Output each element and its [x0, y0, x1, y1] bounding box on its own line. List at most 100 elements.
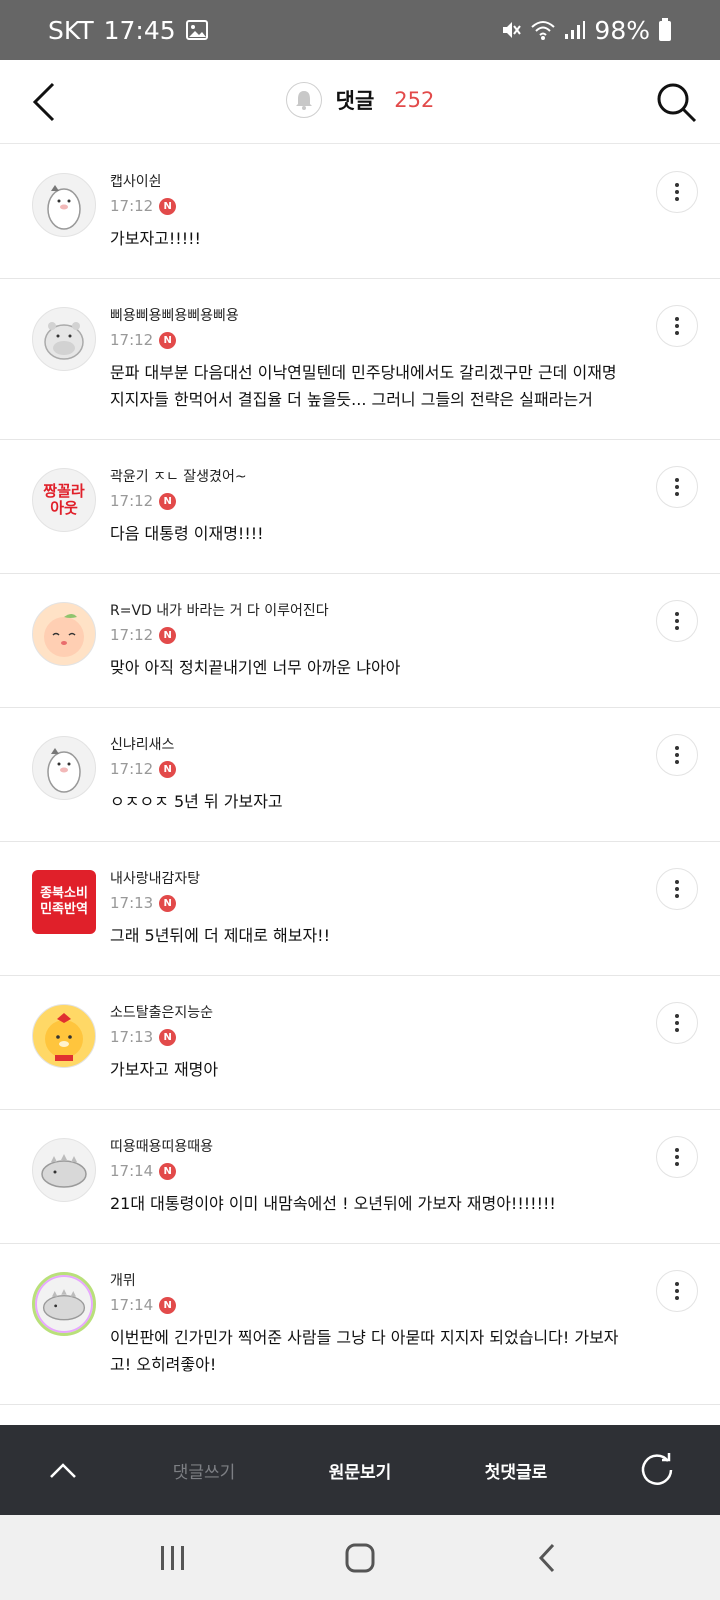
- more-options-button[interactable]: [656, 171, 698, 213]
- new-badge: N: [159, 894, 177, 912]
- comment-text: ㅇㅈㅇㅈ 5년 뒤 가보자고: [110, 792, 283, 811]
- dinosaur-character-icon: [41, 1154, 87, 1188]
- comment-count: 252: [394, 88, 435, 112]
- more-options-button[interactable]: [656, 466, 698, 508]
- hippo-character-icon: [44, 322, 84, 360]
- dinosaur-character-icon: [42, 1289, 86, 1321]
- comment-meta: 17:12 N: [110, 760, 630, 778]
- system-nav-bar: [0, 1515, 720, 1600]
- comment-nickname: 띠용때용띠용때용: [110, 1139, 214, 1155]
- status-left: SKT 17:45: [48, 16, 208, 45]
- comment-text: 그래 5년뒤에 더 제대로 해보자!!: [110, 926, 330, 945]
- search-button[interactable]: [654, 80, 698, 124]
- comment-item: 캡사이쉰 17:12 N 가보자고!!!!!: [0, 145, 720, 279]
- comment-item: 소드탈출은지능순 17:13 N 가보자고 재명아: [0, 976, 720, 1110]
- avatar[interactable]: [32, 307, 96, 371]
- view-original-button[interactable]: 원문보기: [282, 1458, 438, 1483]
- comment-nickname: 개뮈: [110, 1273, 136, 1289]
- comment-list[interactable]: 캡사이쉰 17:12 N 가보자고!!!!! 삐용삐용삐용삐용삐용 17:12 …: [0, 145, 720, 1425]
- more-options-button[interactable]: [656, 600, 698, 642]
- new-badge: N: [159, 1162, 177, 1180]
- first-comment-button[interactable]: 첫댓글로: [438, 1458, 594, 1483]
- comment-meta: 17:12 N: [110, 331, 630, 349]
- more-options-button[interactable]: [656, 305, 698, 347]
- comment-nickname: 삐용삐용삐용삐용삐용: [110, 308, 239, 324]
- gallery-icon: [185, 20, 208, 40]
- bell-icon: [295, 91, 312, 110]
- battery-percent: 98%: [594, 15, 650, 45]
- more-options-button[interactable]: [656, 1136, 698, 1178]
- comment-meta: 17:14 N: [110, 1296, 630, 1314]
- more-options-button[interactable]: [656, 734, 698, 776]
- clock: 17:45: [103, 15, 176, 45]
- carrier-label: SKT: [48, 15, 94, 45]
- comment-meta: 17:13 N: [110, 894, 630, 912]
- avatar[interactable]: [32, 1138, 96, 1202]
- more-options-button[interactable]: [656, 1002, 698, 1044]
- comment-meta: 17:12 N: [110, 197, 630, 215]
- new-badge: N: [159, 331, 177, 349]
- avatar[interactable]: 짱꼴라 아웃: [32, 468, 96, 532]
- battery-icon: [658, 18, 672, 42]
- avatar[interactable]: [32, 1272, 96, 1336]
- lion-character-icon: [45, 1013, 83, 1061]
- comment-time: 17:13: [110, 894, 154, 912]
- wifi-icon: [530, 19, 556, 41]
- new-badge: N: [159, 197, 177, 215]
- comment-text: 문파 대부분 다음대선 이낙연밀텐데 민주당내에서도 갈리겠구만 근데 이재명지…: [110, 363, 617, 409]
- comment-item: 띠용때용띠용때용 17:14 N 21대 대통령이야 이미 내맘속에선 ! 오년…: [0, 1110, 720, 1244]
- comment-meta: 17:12 N: [110, 626, 630, 644]
- comment-text: 21대 대통령이야 이미 내맘속에선 ! 오년뒤에 가보자 재명아!!!!!!!: [110, 1194, 556, 1213]
- bear-character-icon: [47, 185, 81, 230]
- home-button[interactable]: [330, 1528, 390, 1588]
- new-badge: N: [159, 760, 177, 778]
- comment-time: 17:13: [110, 1028, 154, 1046]
- comment-meta: 17:14 N: [110, 1162, 630, 1180]
- notification-toggle[interactable]: [285, 82, 322, 118]
- chevron-up-icon: [50, 1463, 76, 1478]
- comment-toolbar: 댓글쓰기 원문보기 첫댓글로: [0, 1425, 720, 1515]
- comment-time: 17:12: [110, 197, 154, 215]
- new-badge: N: [159, 1296, 177, 1314]
- status-bar: SKT 17:45 98%: [0, 0, 720, 60]
- comment-text: 이번판에 긴가민가 찍어준 사람들 그냥 다 아묻따 지지자 되었습니다! 가보…: [110, 1328, 619, 1374]
- new-badge: N: [159, 626, 177, 644]
- refresh-button[interactable]: [594, 1425, 720, 1515]
- comment-item: 종북소비 민족반역 내사랑내감자탕 17:13 N 그래 5년뒤에 더 제대로 …: [0, 842, 720, 976]
- comment-time: 17:14: [110, 1296, 154, 1314]
- mute-icon: [500, 19, 522, 41]
- scroll-top-button[interactable]: [0, 1425, 126, 1515]
- signal-icon: [564, 20, 586, 40]
- avatar[interactable]: [32, 736, 96, 800]
- avatar[interactable]: [32, 1004, 96, 1068]
- comment-item: 신냐리새스 17:12 N ㅇㅈㅇㅈ 5년 뒤 가보자고: [0, 708, 720, 842]
- header-title-group: 댓글 252: [0, 82, 720, 118]
- back-arrow-icon: [538, 1543, 554, 1572]
- avatar-text: 종북소비 민족반역: [40, 886, 88, 917]
- comment-item: 개뮈 17:14 N 이번판에 긴가민가 찍어준 사람들 그냥 다 아묻따 지지…: [0, 1244, 720, 1405]
- more-options-button[interactable]: [656, 868, 698, 910]
- search-icon: [657, 83, 697, 123]
- comment-meta: 17:12 N: [110, 492, 630, 510]
- write-comment-button[interactable]: 댓글쓰기: [126, 1458, 282, 1483]
- more-options-button[interactable]: [656, 1270, 698, 1312]
- comment-time: 17:12: [110, 331, 154, 349]
- comment-text: 맞아 아직 정치끝내기엔 너무 아까운 냐아아: [110, 658, 401, 677]
- avatar[interactable]: 종북소비 민족반역: [32, 870, 96, 934]
- comments-header: 댓글 252: [0, 60, 720, 144]
- avatar[interactable]: [32, 173, 96, 237]
- comment-nickname: 소드탈출은지능순: [110, 1005, 214, 1021]
- comment-time: 17:12: [110, 626, 154, 644]
- system-back-button[interactable]: [517, 1528, 577, 1588]
- avatar[interactable]: [32, 602, 96, 666]
- recent-apps-button[interactable]: [143, 1528, 203, 1588]
- comment-nickname: 캡사이쉰: [110, 174, 162, 190]
- comment-item: R=VD 내가 바라는 거 다 이루어진다 17:12 N 맞아 아직 정치끝내…: [0, 574, 720, 708]
- page-title: 댓글: [335, 89, 375, 113]
- comment-text: 다음 대통령 이재명!!!!: [110, 524, 264, 543]
- home-icon: [345, 1543, 375, 1572]
- new-badge: N: [159, 492, 177, 510]
- comment-time: 17:12: [110, 760, 154, 778]
- refresh-icon: [641, 1453, 673, 1485]
- comment-meta: 17:13 N: [110, 1028, 630, 1046]
